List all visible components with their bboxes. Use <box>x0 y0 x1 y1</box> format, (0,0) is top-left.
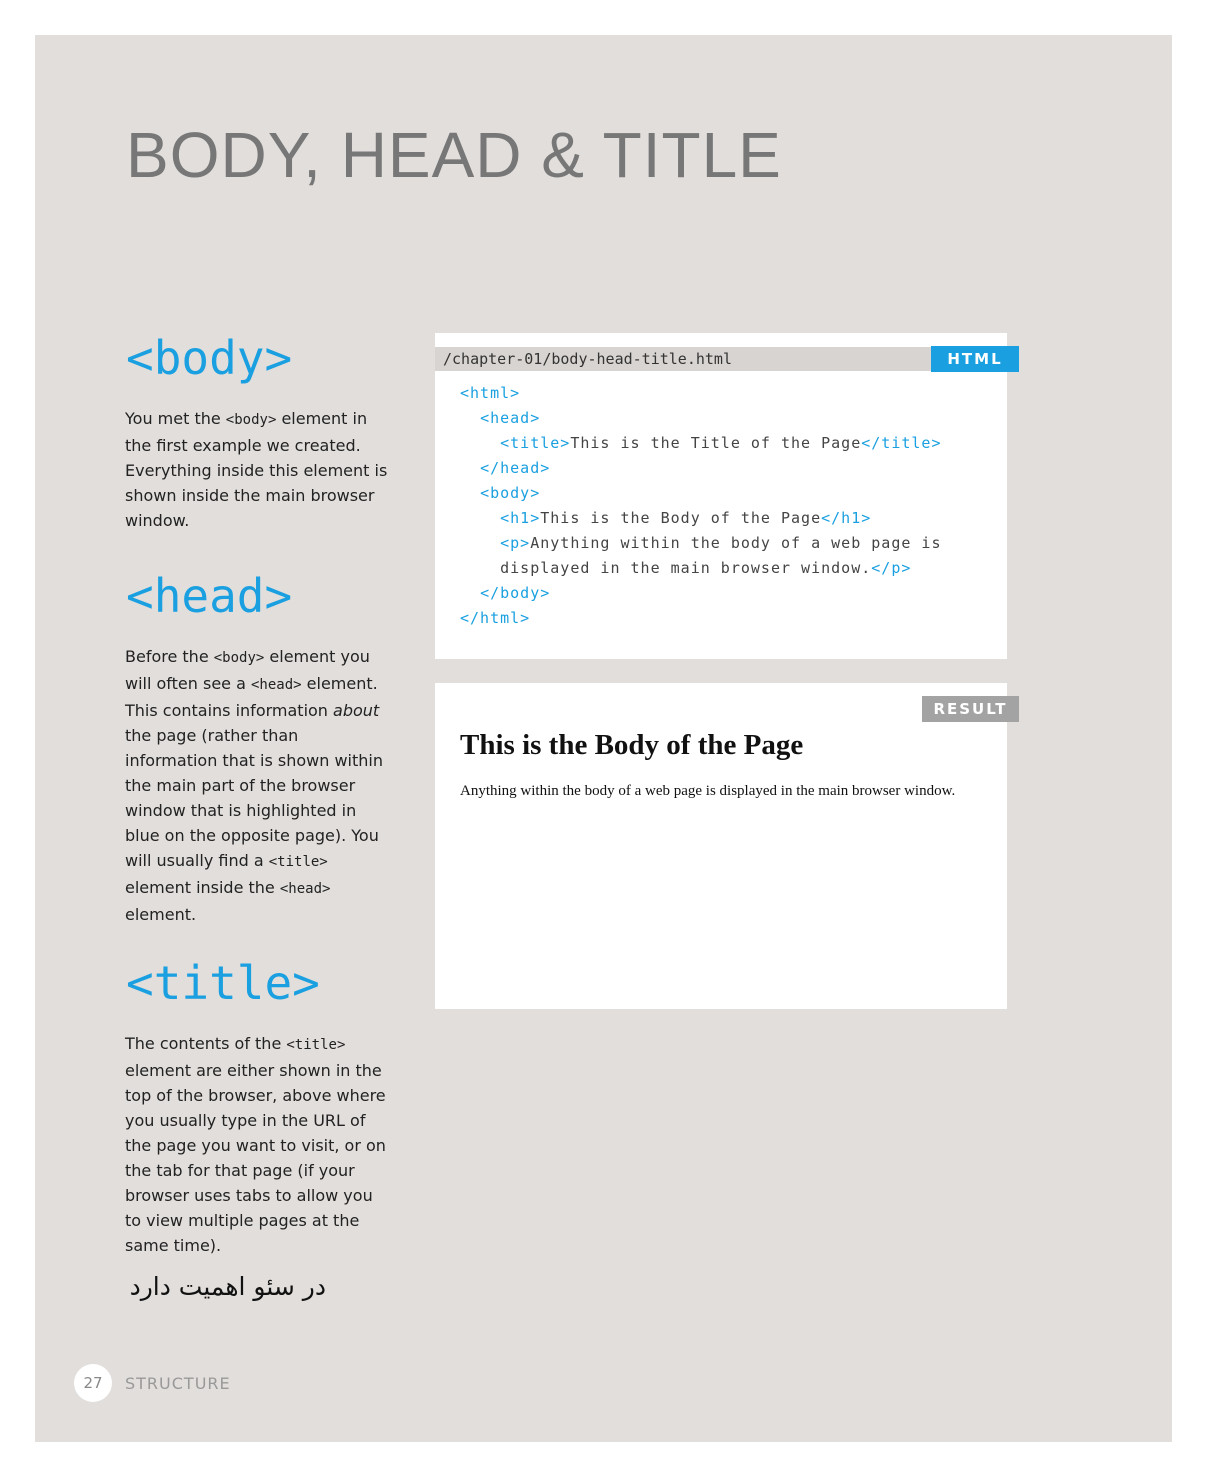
book-page: BODY, HEAD & TITLE <body> You met the <b… <box>35 35 1172 1442</box>
code-tag: </html> <box>460 609 531 627</box>
result-paragraph: Anything within the body of a web page i… <box>460 783 956 799</box>
paragraph-head-element: Before the <body> element you will often… <box>125 647 383 924</box>
code-tag: </title> <box>861 434 942 452</box>
result-heading: This is the Body of the Page <box>460 729 804 761</box>
heading-head-element: <head> <box>126 569 293 623</box>
inline-code: <head> <box>251 677 302 693</box>
code-tag: <head> <box>480 409 541 427</box>
result-badge: RESULT <box>922 696 1019 722</box>
code-listing: <html> <head> <title>This is the Title o… <box>460 381 942 631</box>
heading-body-element: <body> <box>126 331 293 385</box>
code-line: <head> <box>460 406 942 431</box>
code-line: <p>Anything within the body of a web pag… <box>500 534 942 552</box>
code-line: <html> <box>460 381 942 406</box>
paragraph-title-element: The contents of the <title> element are … <box>125 1034 386 1255</box>
code-tag: <title> <box>500 434 571 452</box>
inline-code: <title> <box>286 1037 346 1053</box>
paragraph-body-element: You met the <body> element in the first … <box>125 409 388 530</box>
code-tag: </head> <box>480 459 551 477</box>
heading-title-element: <title> <box>126 956 320 1010</box>
code-line: </body> <box>460 581 942 606</box>
result-panel: This is the Body of the Page Anything wi… <box>435 683 1007 1009</box>
html-badge: HTML <box>931 346 1019 372</box>
section-label: STRUCTURE <box>125 1374 231 1393</box>
code-line: <h1>This is the Body of the Page</h1> <box>500 509 872 527</box>
code-line: <body> <box>460 481 942 506</box>
persian-note: در سئو اهمیت دارد <box>129 1272 326 1301</box>
code-line: </head> <box>460 456 942 481</box>
inline-code: <title> <box>268 854 328 870</box>
page-number: 27 <box>74 1364 112 1402</box>
inline-code: <body> <box>213 650 265 666</box>
code-line: displayed in the main browser window.</p… <box>460 559 912 577</box>
inline-code: <head> <box>279 881 331 897</box>
page-title: BODY, HEAD & TITLE <box>126 119 782 191</box>
code-tag: <h1> <box>500 509 541 527</box>
emphasis: about <box>333 701 380 720</box>
code-line: <title>This is the Title of the Page</ti… <box>500 434 942 452</box>
code-filename: /chapter-01/body-head-title.html <box>435 347 1007 371</box>
code-tag: </h1> <box>821 509 872 527</box>
code-panel: /chapter-01/body-head-title.html <html> … <box>435 333 1007 659</box>
code-line: </html> <box>460 606 942 631</box>
inline-code: <body> <box>225 412 277 428</box>
code-tag: <body> <box>480 484 541 502</box>
code-tag: </p> <box>871 559 912 577</box>
code-tag: </body> <box>480 584 551 602</box>
code-tag: <html> <box>460 384 521 402</box>
code-tag: <p> <box>500 534 531 552</box>
